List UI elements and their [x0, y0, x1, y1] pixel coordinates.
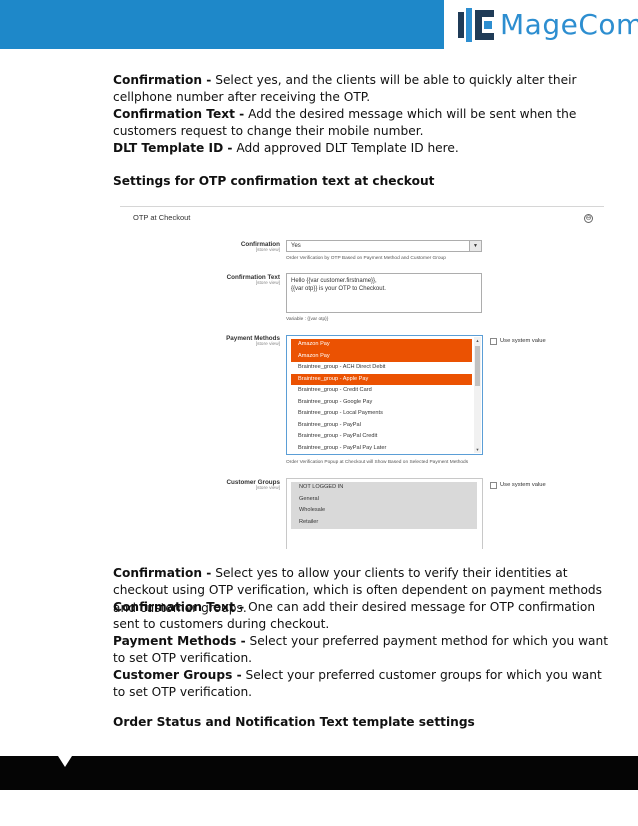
admin-config-screenshot: OTP at Checkout ⊖ Confirmation [store vi…	[120, 200, 604, 550]
payment-option[interactable]: Braintree_group - PayPal Pay Later	[291, 443, 472, 455]
payment-option[interactable]: Braintree_group - Google Pay	[291, 397, 472, 409]
term-label: Customer Groups -	[113, 668, 242, 682]
term-label: Confirmation -	[113, 566, 212, 580]
variable-note: Variable : {{var otp}}	[286, 317, 329, 322]
brand-logo: MageComp	[444, 0, 638, 49]
intro-paragraph-confirmation-text: Confirmation Text - Add the desired mess…	[113, 106, 613, 141]
customer-group-option[interactable]: Wholesale	[291, 505, 477, 518]
payment-methods-note: Order Verification Popup at Checkout wil…	[286, 460, 469, 465]
payment-option[interactable]: Amazon Pay	[291, 350, 472, 362]
customer-group-option[interactable]: General	[291, 493, 477, 506]
collapse-icon[interactable]: ⊖	[584, 214, 593, 223]
payment-option[interactable]: Braintree_group - Local Payments	[291, 408, 472, 420]
payment-methods-scope: [store view]	[255, 342, 280, 347]
term-label: Confirmation Text -	[113, 107, 245, 121]
section-heading-order-status: Order Status and Notification Text templ…	[113, 715, 475, 729]
detail-paragraph-confirmation-text: Confirmation Text - One can add their de…	[113, 599, 613, 634]
payment-option[interactable]: Braintree_group - PayPal	[291, 420, 472, 432]
scrollbar[interactable]: ▲ ▼	[474, 337, 481, 453]
term-label: DLT Template ID -	[113, 141, 233, 155]
section-title[interactable]: OTP at Checkout	[133, 213, 190, 222]
section-divider	[120, 206, 604, 207]
scroll-thumb[interactable]	[475, 346, 480, 386]
confirmation-select[interactable]: Yes ▼	[286, 240, 482, 252]
term-label: Confirmation Text -	[113, 600, 245, 614]
detail-paragraph-customer-groups: Customer Groups - Select your preferred …	[113, 667, 613, 702]
page-header-band: MageComp	[0, 0, 638, 49]
term-label: Confirmation -	[113, 73, 212, 87]
confirmation-value: Yes	[291, 243, 301, 249]
customer-groups-label: Customer Groups	[226, 479, 280, 486]
term-label: Payment Methods -	[113, 634, 246, 648]
payment-methods-label: Payment Methods	[226, 335, 280, 342]
groups-use-system-label[interactable]: Use system value	[500, 482, 546, 488]
intro-paragraph-confirmation: Confirmation - Select yes, and the clien…	[113, 72, 613, 107]
payment-option[interactable]: Amazon Pay	[291, 339, 472, 351]
payment-option[interactable]: Braintree_group - Credit Card	[291, 385, 472, 397]
customer-groups-scope: [store view]	[255, 486, 280, 491]
scroll-up-icon[interactable]: ▲	[474, 337, 481, 344]
section-heading-checkout: Settings for OTP confirmation text at ch…	[113, 174, 435, 188]
detail-paragraph-payment-methods: Payment Methods - Select your preferred …	[113, 633, 613, 668]
dropdown-arrow-icon[interactable]: ▼	[469, 241, 481, 251]
confirmation-text-scope: [store view]	[255, 281, 280, 286]
payment-option[interactable]: Braintree_group - PayPal Credit	[291, 431, 472, 443]
payment-option[interactable]: Braintree_group - ACH Direct Debit	[291, 362, 472, 374]
payment-use-system-checkbox[interactable]	[490, 338, 497, 345]
brand-name: MageComp	[500, 8, 638, 41]
customer-group-option[interactable]: NOT LOGGED IN	[291, 482, 477, 494]
magecomp-logo-icon	[458, 8, 494, 42]
customer-group-option[interactable]: Retailer	[291, 517, 477, 529]
page-footer-band	[0, 756, 638, 790]
intro-paragraph-dlt-template: DLT Template ID - Add approved DLT Templ…	[113, 140, 613, 157]
confirmation-scope: [store view]	[255, 248, 280, 253]
payment-option[interactable]: Braintree_group - Apple Pay	[291, 373, 472, 385]
textarea-line: Hello {{var customer.firstname}},	[291, 278, 377, 284]
groups-use-system-checkbox[interactable]	[490, 482, 497, 489]
confirmation-note: Order Verification by OTP Based on Payme…	[286, 256, 446, 261]
scroll-down-icon[interactable]: ▼	[474, 446, 481, 453]
confirmation-text-textarea[interactable]: Hello {{var customer.firstname}}, {{var …	[286, 273, 482, 313]
payment-use-system-label[interactable]: Use system value	[500, 338, 546, 344]
textarea-line: {{var otp}} is your OTP to Checkout.	[291, 286, 386, 292]
confirmation-text-label: Confirmation Text	[226, 274, 280, 281]
payment-methods-multiselect[interactable]: Amazon Pay Amazon Pay Braintree_group - …	[286, 335, 483, 455]
term-description: Add approved DLT Template ID here.	[232, 141, 459, 155]
footer-notch	[58, 756, 72, 767]
confirmation-label: Confirmation	[240, 241, 280, 248]
customer-groups-multiselect[interactable]: NOT LOGGED IN General Wholesale Retailer	[286, 478, 483, 549]
